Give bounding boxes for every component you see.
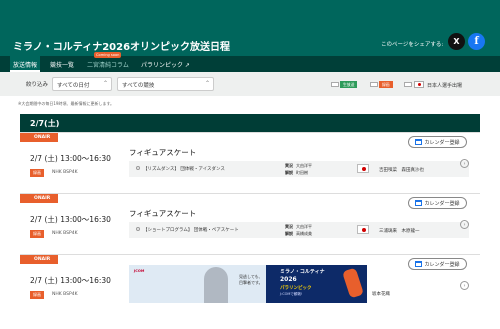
banner-photo [204,267,228,303]
program-time: 2/7 (土) 13:00～16:30 [30,276,111,285]
share-label: このページをシェアする: [381,42,444,48]
program-detail: 【ショートプログラム】 団体戦・ペアスケート 実況 大由洋平 解説 高橋成美 三浦璃… [129,222,469,238]
calendar-button[interactable]: カレンダー登録 [408,258,467,270]
program-time: 2/7 (土) 13:00～16:30 [30,154,111,163]
coming-soon-badge: Coming soon [94,52,122,58]
promo-banner[interactable]: JCOM 見逃しても、 目撃者です。 ミラノ・コルティナ 2026 パラリンピッ… [129,265,367,303]
nav-paralympic[interactable]: パラリンピック ↗ [141,60,190,69]
on-air-label: ONAIR [20,133,59,142]
program-card: ONAIR 2/7 (土) 13:00～16:30 録画 NHK BSP4K フ… [20,132,480,192]
program-detail: 【リズムダンス】 団体戦・アイスダンス 実況 大由洋平 解説 町田樹 吉田唄菜 森田… [129,161,469,177]
rec-badge: 録画 [30,230,44,238]
rec-badge: 録画 [30,169,44,177]
program-time: 2/7 (土) 13:00～16:30 [30,215,111,224]
rec-checkbox[interactable] [370,82,378,87]
japan-flag-icon [357,225,369,234]
channel-name: NHK BSP4K [52,292,78,297]
date-select[interactable]: すべての日付 ⌃ [52,77,112,91]
jcom-logo: JCOM [134,269,145,273]
sport-select-value: すべての競技 [122,83,155,89]
nav-sports-list[interactable]: 競技一覧 [50,60,74,69]
calendar-button[interactable]: カレンダー登録 [408,136,467,148]
athletes: 吉田唄菜 森田真沙也 [379,168,424,173]
detail-text: 【ショートプログラム】 団体戦・ペアスケート [143,228,239,233]
page: ミラノ・コルティナ2026オリンピック放送日程 このページをシェアする: X f… [0,0,500,329]
live-legend: 生放送 [340,81,358,88]
date-header: 2/7(土) [20,114,480,132]
banner-paralympic-panel: ミラノ・コルティナ 2026 パラリンピック J:COMで観戦! [266,265,367,303]
banner-copy: 見逃しても、 目撃者です。 [239,274,263,285]
program-card: ONAIR 2/7 (土) 13:00～16:30 録画 NHK BSP4K フ… [20,193,480,253]
rec-legend: 録画 [379,81,393,88]
chevron-icon: ⌃ [204,80,210,87]
nav-column[interactable]: 二宮清純コラム [87,60,129,69]
announcer: 実況 大由洋平 [285,163,312,168]
athletes: 三浦璃来 木原龍一 [379,229,420,234]
on-air-label: ONAIR [20,255,59,264]
expand-icon[interactable]: › [460,281,469,290]
japan-legend: 日本人選手出場 [427,83,463,89]
sport-select[interactable]: すべての競技 ⌃ [117,77,214,91]
filter-label: 絞り込み [26,82,49,88]
update-note: ※大会期間中の毎日19時頃、最新情報に更新します。 [18,101,115,106]
japan-flag-icon [357,164,369,173]
calendar-label: カレンダー登録 [424,139,460,146]
calendar-label: カレンダー登録 [424,261,460,268]
nav-broadcast-info[interactable]: 放送情報 [10,56,41,72]
rec-badge: 録画 [30,291,44,299]
program-title: フィギュアスケート [129,209,197,218]
announcer: 実況 大由洋平 [285,224,312,229]
date-label: 2/7(土) [30,119,60,128]
japan-checkbox[interactable] [404,82,412,87]
chevron-icon: ⌃ [102,80,108,87]
page-title: ミラノ・コルティナ2026オリンピック放送日程 [13,42,231,53]
calendar-icon [415,261,423,267]
channel-name: NHK BSP4K [52,231,78,236]
facebook-share-icon[interactable]: f [468,33,485,50]
commentator: 解説 町田樹 [285,170,308,175]
program-title: フィギュアスケート [129,148,197,157]
date-select-value: すべての日付 [57,83,90,89]
bullet-icon [136,227,140,231]
calendar-icon [415,200,423,206]
program-card: ONAIR 2/7 (土) 13:00～16:30 録画 NHK BSP4K J… [20,254,480,329]
channel-name: NHK BSP4K [52,170,78,175]
athletes: 坂本花織 [372,292,390,297]
site-header: ミラノ・コルティナ2026オリンピック放送日程 このページをシェアする: X f [0,0,500,56]
live-checkbox[interactable] [331,82,339,87]
expand-icon[interactable]: › [460,220,469,229]
calendar-icon [415,139,423,145]
calendar-label: カレンダー登録 [424,200,460,207]
japan-flag-icon [414,81,424,88]
main-nav: 放送情報 競技一覧 二宮清純コラム パラリンピック ↗ [0,56,500,72]
calendar-button[interactable]: カレンダー登録 [408,197,467,209]
bullet-icon [136,166,140,170]
skier-graphic [342,267,364,299]
detail-text: 【リズムダンス】 団体戦・アイスダンス [143,167,225,172]
commentator: 解説 高橋成美 [285,231,312,236]
filter-bar: 絞り込み すべての日付 ⌃ すべての競技 ⌃ 生放送 録画 日本人選手出場 [0,72,500,96]
x-share-icon[interactable]: X [448,33,465,50]
expand-icon[interactable]: › [460,159,469,168]
on-air-label: ONAIR [20,194,59,203]
